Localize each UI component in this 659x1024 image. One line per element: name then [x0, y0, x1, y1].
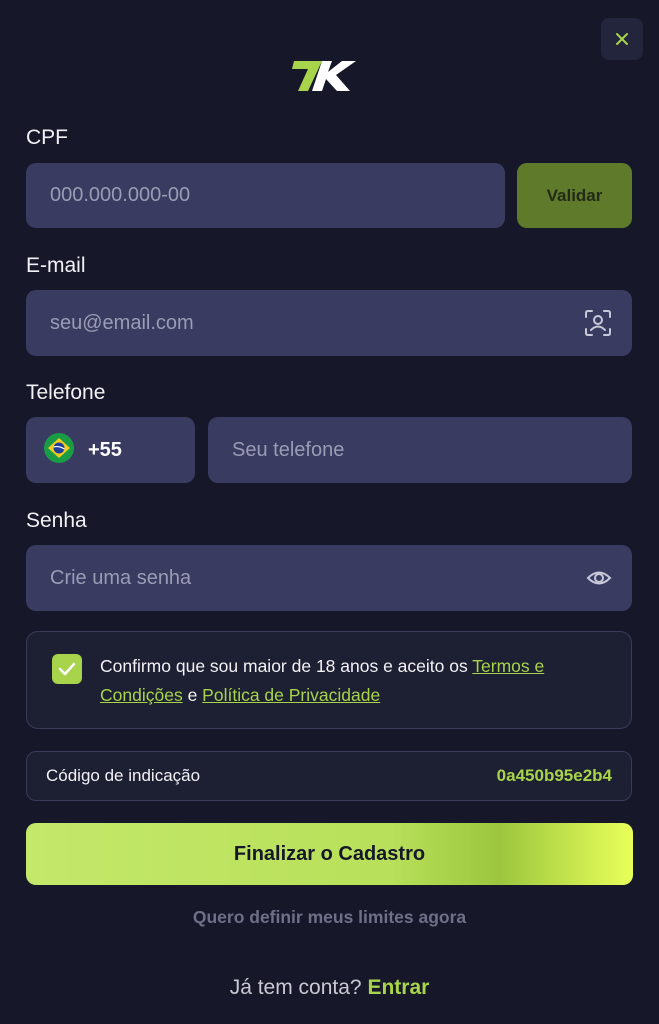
country-code: +55: [88, 438, 122, 461]
face-scan-icon[interactable]: [584, 309, 612, 337]
brand-logo: [292, 58, 364, 94]
finish-registration-button[interactable]: Finalizar o Cadastro: [26, 823, 633, 885]
referral-label: Código de indicação: [46, 766, 201, 785]
email-field[interactable]: [26, 290, 632, 356]
password-label: Senha: [26, 509, 87, 532]
login-row: Já tem conta? Entrar: [0, 976, 659, 1000]
cpf-field[interactable]: [26, 163, 505, 228]
set-limits-link[interactable]: Quero definir meus limites agora: [0, 907, 659, 928]
brazil-flag-icon: [44, 432, 74, 468]
close-icon: [616, 33, 628, 45]
terms-text: Confirmo que sou maior de 18 anos e acei…: [100, 652, 610, 710]
terms-checkbox[interactable]: [52, 654, 82, 684]
cpf-input[interactable]: [26, 184, 505, 207]
close-button[interactable]: [601, 18, 643, 60]
terms-text-before: Confirmo que sou maior de 18 anos e acei…: [100, 656, 473, 676]
phone-label: Telefone: [26, 381, 106, 404]
login-prompt: Já tem conta?: [229, 976, 362, 999]
checkmark-icon: [58, 662, 76, 676]
cpf-label: CPF: [26, 126, 68, 149]
login-link[interactable]: Entrar: [367, 976, 429, 999]
password-field[interactable]: [26, 545, 632, 611]
privacy-link[interactable]: Política de Privacidade: [202, 685, 380, 705]
eye-icon[interactable]: [586, 568, 612, 588]
phone-input[interactable]: [208, 438, 632, 462]
referral-code: 0a450b95e2b4: [496, 766, 612, 785]
password-input[interactable]: [26, 566, 632, 590]
validate-cpf-button[interactable]: Validar: [517, 163, 632, 228]
phone-field[interactable]: [208, 417, 632, 483]
terms-consent-box: Confirmo que sou maior de 18 anos e acei…: [26, 631, 632, 729]
country-code-selector[interactable]: +55: [26, 417, 195, 483]
terms-text-middle: e: [182, 685, 203, 705]
email-input[interactable]: [26, 311, 632, 335]
referral-code-box[interactable]: Código de indicação 0a450b95e2b4: [26, 751, 632, 801]
email-label: E-mail: [26, 254, 86, 277]
